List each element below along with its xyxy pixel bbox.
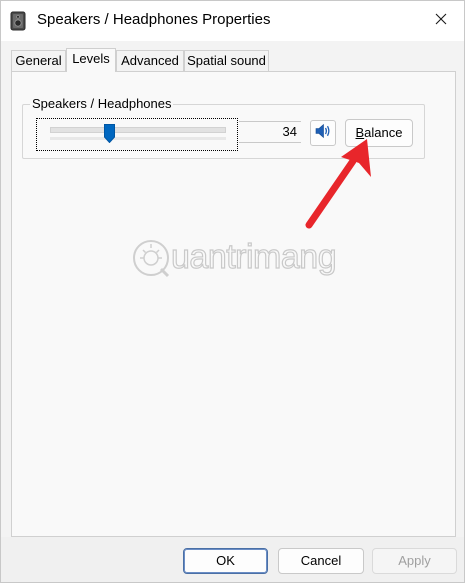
- mute-toggle-button[interactable]: [310, 120, 336, 146]
- slider-track: [50, 127, 226, 133]
- tab-spatial-sound[interactable]: Spatial sound: [184, 50, 269, 71]
- tab-general[interactable]: General: [11, 50, 66, 71]
- window-title: Speakers / Headphones Properties: [37, 11, 271, 28]
- balance-label: alance: [364, 125, 403, 140]
- properties-window: Speakers / Headphones Properties General…: [0, 0, 465, 583]
- volume-value: 34: [239, 121, 301, 143]
- apply-button[interactable]: Apply: [372, 548, 457, 574]
- dialog-footer: OK Cancel Apply: [1, 537, 464, 582]
- slider-tick-area: [50, 137, 226, 140]
- speaker-device-icon: [10, 11, 26, 31]
- tab-levels[interactable]: Levels: [66, 48, 116, 72]
- tab-advanced[interactable]: Advanced: [116, 50, 184, 71]
- close-icon: [435, 12, 447, 30]
- volume-slider[interactable]: [36, 118, 238, 151]
- balance-button[interactable]: Balance: [345, 119, 413, 147]
- close-button[interactable]: [418, 1, 464, 41]
- slider-thumb[interactable]: [104, 124, 115, 144]
- levels-tab-page: Speakers / Headphones 34 Balance: [11, 71, 456, 537]
- group-label: Speakers / Headphones: [30, 96, 174, 112]
- balance-accelerator: B: [355, 125, 365, 140]
- cancel-button[interactable]: Cancel: [278, 548, 364, 574]
- speakers-level-group: Speakers / Headphones 34 Balance: [22, 96, 425, 159]
- speaker-volume-icon: [314, 122, 332, 145]
- title-bar: Speakers / Headphones Properties: [1, 1, 464, 41]
- ok-button[interactable]: OK: [183, 548, 268, 574]
- tab-strip: General Levels Advanced Spatial sound: [11, 48, 456, 72]
